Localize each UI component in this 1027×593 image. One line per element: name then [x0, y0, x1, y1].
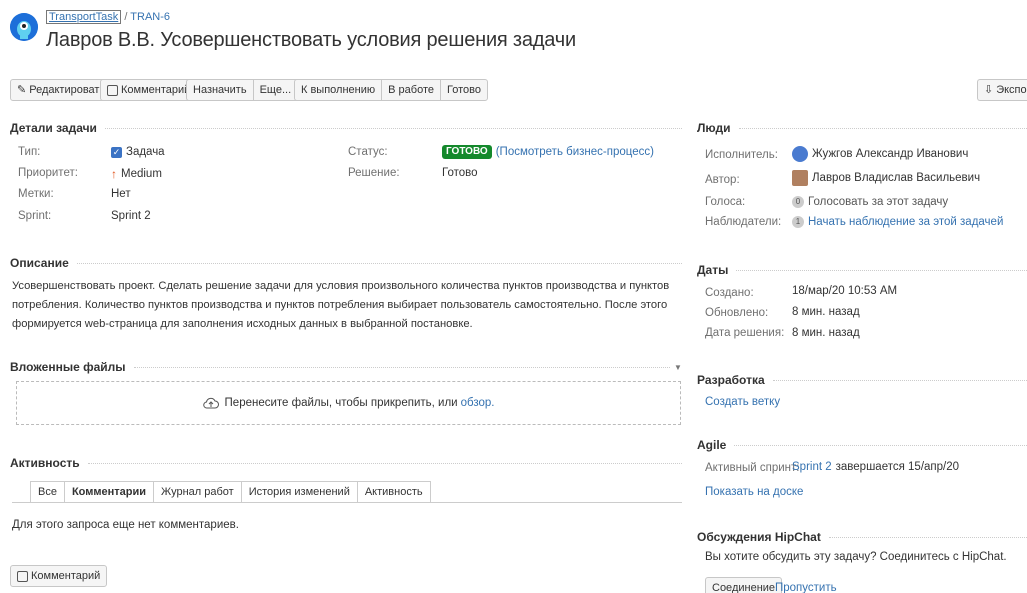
create-branch-link[interactable]: Создать ветку [705, 396, 780, 408]
in-progress-button[interactable]: В работе [382, 80, 441, 100]
vote-link[interactable]: Голосовать за этот задачу [808, 196, 948, 208]
labels-value: Нет [111, 188, 131, 200]
dates-heading: Даты [697, 263, 1027, 277]
created-value: 18/мар/20 10:53 AM [792, 285, 898, 297]
active-sprint-label: Активный спринт: [705, 462, 800, 474]
status-lozenge: ГОТОВО [442, 145, 492, 159]
edit-button[interactable]: ✎ Редактировать [10, 79, 113, 101]
assignee-avatar [792, 146, 808, 162]
type-value: ✓ Задача [111, 146, 165, 158]
votes-label: Голоса: [705, 196, 746, 208]
reporter-value[interactable]: Лавров Владислав Васильевич [792, 170, 980, 186]
assignee-label: Исполнитель: [705, 149, 778, 161]
upload-cloud-icon [202, 397, 219, 409]
export-icon: ⇩ [984, 84, 994, 96]
watch-link[interactable]: Начать наблюдение за этой задачей [808, 216, 1003, 228]
votes-count-badge: 0 [792, 196, 804, 208]
activity-tabs: Все Комментарии Журнал работ История изм… [30, 481, 431, 503]
browse-link[interactable]: обзор. [461, 397, 495, 409]
attachments-heading: Вложенные файлы [10, 360, 670, 374]
priority-up-arrow-icon: ↑ [111, 167, 117, 181]
workflow-group: К выполнению В работе Готово [294, 79, 488, 101]
description-heading: Описание [10, 256, 682, 270]
to-do-button[interactable]: К выполнению [295, 80, 383, 100]
comment-icon [107, 84, 118, 96]
more-button-label: Еще... [259, 84, 292, 96]
votes-value: 0 Голосовать за этот задачу [792, 196, 948, 208]
file-drop-zone[interactable]: Перенесите файлы, чтобы прикрепить, или … [16, 381, 681, 425]
tab-activity[interactable]: Активность [358, 482, 430, 503]
view-workflow-link[interactable]: (Посмотреть бизнес-процесс) [496, 146, 654, 158]
pencil-icon: ✎ [17, 84, 27, 96]
resolved-value: 8 мин. назад [792, 327, 860, 339]
hipchat-skip-link[interactable]: Пропустить [775, 582, 837, 593]
reporter-label: Автор: [705, 174, 740, 186]
comment-button-label: Комментарий [121, 84, 191, 96]
attachments-options-caret-icon[interactable]: ▼ [674, 363, 682, 372]
export-button-label: Экспорт [996, 84, 1027, 96]
updated-label: Обновлено: [705, 307, 769, 319]
people-heading: Люди [697, 121, 1027, 135]
assignee-value[interactable]: Жужгов Александр Иванович [792, 146, 968, 162]
updated-value: 8 мин. назад [792, 306, 860, 318]
no-comments-text: Для этого запроса еще нет комментариев. [12, 519, 239, 531]
hipchat-connect-button[interactable]: Соединение [705, 577, 783, 593]
reporter-avatar [792, 170, 808, 186]
development-heading: Разработка [697, 373, 1027, 387]
watchers-count-badge: 1 [792, 216, 804, 228]
tab-all[interactable]: Все [31, 482, 65, 503]
breadcrumb-project-link[interactable]: TransportTask [46, 10, 122, 24]
watchers-value: 1 Начать наблюдение за этой задачей [792, 216, 1003, 228]
tab-comments[interactable]: Комментарии [64, 482, 155, 503]
tab-history[interactable]: История изменений [242, 482, 358, 503]
watchers-label: Наблюдатели: [705, 216, 782, 228]
resolution-value: Готово [442, 167, 478, 179]
priority-label: Приоритет: [18, 167, 78, 179]
type-label: Тип: [18, 146, 41, 158]
priority-value: ↑ Medium [111, 167, 162, 181]
project-avatar[interactable] [10, 13, 38, 41]
sprint-end-text: завершается 15/апр/20 [835, 461, 960, 473]
active-sprint-link[interactable]: Sprint 2 [792, 461, 832, 473]
status-label: Статус: [348, 146, 388, 158]
hipchat-heading: Обсуждения HipChat [697, 530, 1027, 544]
created-label: Создано: [705, 287, 754, 299]
view-on-board-link[interactable]: Показать на доске [705, 486, 803, 498]
status-value: ГОТОВО (Посмотреть бизнес-процесс) [442, 145, 654, 159]
assign-button[interactable]: Назначить [187, 80, 254, 100]
activity-heading: Активность [10, 456, 682, 470]
sprint-label: Sprint: [18, 210, 52, 222]
resolved-label: Дата решения: [705, 327, 785, 339]
tabs-divider [12, 502, 682, 503]
resolution-label: Решение: [348, 167, 400, 179]
details-heading: Детали задачи [10, 121, 682, 135]
done-button[interactable]: Готово [441, 80, 487, 100]
drop-zone-text: Перенесите файлы, чтобы прикрепить, или [224, 397, 458, 409]
task-type-icon: ✓ [111, 146, 122, 158]
hipchat-prompt: Вы хотите обсудить эту задачу? Соедините… [705, 551, 1007, 563]
labels-label: Метки: [18, 188, 54, 200]
comment-icon [17, 570, 28, 582]
description-text: Усовершенствовать проект. Сделать решени… [12, 280, 670, 330]
sprint-value: Sprint 2 [111, 210, 151, 222]
active-sprint-value: Sprint 2 завершается 15/апр/20 [792, 461, 959, 473]
breadcrumb-separator: / [124, 11, 128, 23]
breadcrumb: TransportTask / TRAN-6 [46, 10, 170, 24]
export-button[interactable]: ⇩ Экспорт [977, 79, 1027, 101]
edit-button-label: Редактировать [29, 84, 106, 96]
agile-heading: Agile [697, 438, 1027, 452]
breadcrumb-issue-key[interactable]: TRAN-6 [130, 11, 170, 23]
comment-button[interactable]: Комментарий [100, 79, 198, 101]
add-comment-button[interactable]: Комментарий [10, 565, 108, 587]
page-title: Лавров В.В. Усовершенствовать условия ре… [46, 29, 576, 51]
add-comment-button-label: Комментарий [31, 570, 101, 582]
assign-more-group: Назначить Еще... ▾ [186, 79, 306, 101]
tab-work-log[interactable]: Журнал работ [154, 482, 242, 503]
